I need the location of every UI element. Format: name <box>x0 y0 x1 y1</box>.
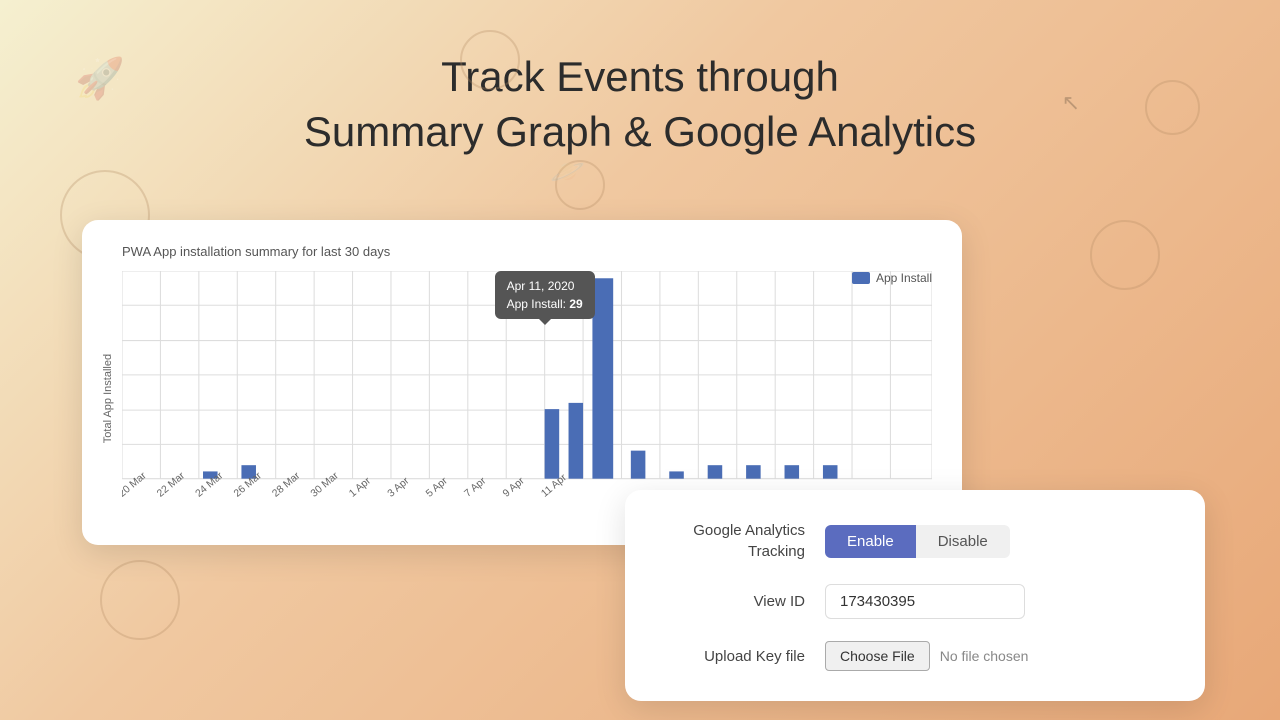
svg-text:20 Mar: 20 Mar <box>122 470 149 500</box>
chart-legend: App Install <box>852 271 932 285</box>
enable-button[interactable]: Enable <box>825 525 916 558</box>
toggle-group: Enable Disable <box>825 525 1010 558</box>
view-id-row: View ID <box>665 584 1165 619</box>
y-axis-label: Total App Installed <box>102 271 114 525</box>
chart-title: PWA App installation summary for last 30… <box>122 244 932 259</box>
analytics-card: Google Analytics Tracking Enable Disable… <box>625 490 1205 701</box>
page-title-line2: Summary Graph & Google Analytics <box>0 105 1280 160</box>
page-title-container: Track Events through Summary Graph & Goo… <box>0 0 1280 159</box>
upload-label: Upload Key file <box>665 646 825 667</box>
view-id-input[interactable] <box>825 584 1025 619</box>
chart-content: App Install Apr 11, 2020 App Install: 29 <box>122 271 932 525</box>
legend-label: App Install <box>876 271 932 285</box>
page-title-line1: Track Events through <box>0 50 1280 105</box>
no-file-text: No file chosen <box>940 648 1029 664</box>
chart-svg: 0 5 10 15 20 25 30 <box>122 271 932 520</box>
tracking-label: Google Analytics Tracking <box>665 520 825 562</box>
tracking-row: Google Analytics Tracking Enable Disable <box>665 520 1165 562</box>
view-id-label: View ID <box>665 591 825 612</box>
upload-row: Upload Key file Choose File No file chos… <box>665 641 1165 671</box>
choose-file-button[interactable]: Choose File <box>825 641 930 671</box>
disable-button[interactable]: Disable <box>916 525 1010 558</box>
legend-swatch <box>852 272 870 284</box>
file-input-area: Choose File No file chosen <box>825 641 1028 671</box>
